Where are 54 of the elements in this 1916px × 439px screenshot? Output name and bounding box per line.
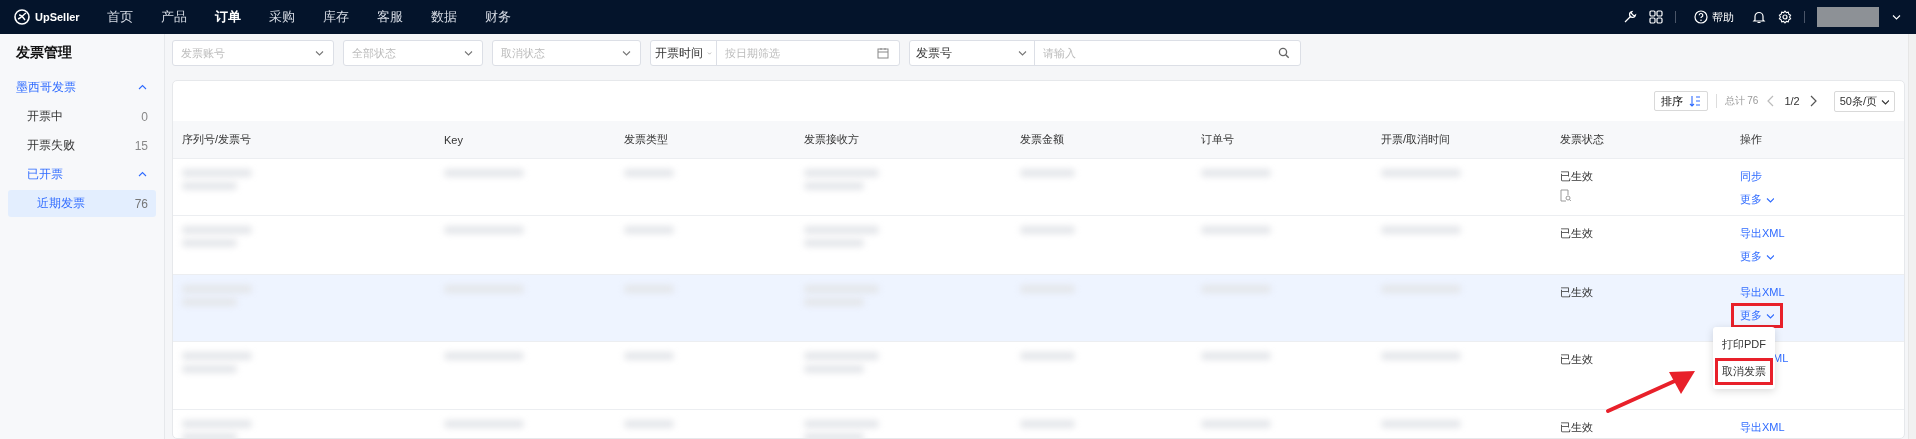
status-text: 已生效 [1560,226,1594,241]
logo-icon [14,9,30,25]
sidebar-item[interactable]: 近期发票 76 [8,190,156,217]
sidebar-item[interactable]: 开票失败 15 [8,132,156,159]
sidebar-title: 发票管理 [15,43,73,62]
sidebar-item[interactable]: 墨西哥发票 [8,74,156,101]
menu-item[interactable]: 打印PDF [1715,331,1773,358]
nav-item[interactable]: 客服 [377,8,431,26]
total-count: 总计 76 [1724,94,1759,108]
column-header: 发票接收方 [803,132,860,147]
more-link[interactable]: 更多 [1731,244,1783,269]
column-header: 开票/取消时间 [1380,132,1452,147]
action-link[interactable]: 导出XML [1740,285,1785,300]
bell-icon [1752,10,1766,24]
column-header: 发票金额 [1019,132,1065,147]
settings-icon [1778,10,1792,24]
page-indicator: 1/2 [1784,95,1800,107]
more-link[interactable]: 更多 [1731,187,1783,212]
nav-item[interactable]: 数据 [431,8,485,26]
status-text: 已生效 [1560,169,1594,184]
help-link[interactable]: 帮助 [1694,9,1734,25]
page-size-select[interactable]: 50条/页 [1833,90,1895,112]
sort-button[interactable]: 排序 [1653,91,1708,111]
caret-icon [1765,252,1774,261]
nav-item[interactable]: 财务 [485,8,539,26]
sidebar-item[interactable]: 开票中 0 [8,103,156,130]
logo-text: UpSeller [35,11,80,23]
column-header: 发票类型 [623,132,669,147]
caret-icon [1765,311,1774,320]
grid-icon [1649,10,1663,24]
caret-icon [1765,195,1774,204]
status-text: 已生效 [1560,285,1594,300]
nav-item[interactable]: 订单 [215,8,269,26]
action-link[interactable]: 导出XML [1740,226,1785,241]
column-header: 操作 [1739,132,1763,147]
status-text: 已生效 [1560,352,1594,367]
column-header: 订单号 [1200,132,1235,147]
sort-icon [1688,95,1701,107]
sidebar-item[interactable]: 已开票 [8,161,156,188]
column-header: 序列号/发票号 [181,132,253,147]
nav-item[interactable]: 首页 [107,8,161,26]
nav-item[interactable]: 产品 [161,8,215,26]
scrollbar[interactable] [1908,34,1916,439]
action-link[interactable]: 导出XML [1740,420,1785,435]
action-link[interactable]: 同步 [1740,169,1762,184]
column-header: 发票状态 [1559,132,1605,147]
nav-item[interactable]: 库存 [323,8,377,26]
account-placeholder[interactable] [1817,7,1879,27]
help-icon [1694,10,1708,24]
wrench-icon [1623,10,1637,24]
status-text: 已生效 [1560,420,1594,435]
column-header: Key [443,133,464,146]
nav-item[interactable]: 采购 [269,8,323,26]
menu-item[interactable]: 取消发票 [1715,358,1773,385]
